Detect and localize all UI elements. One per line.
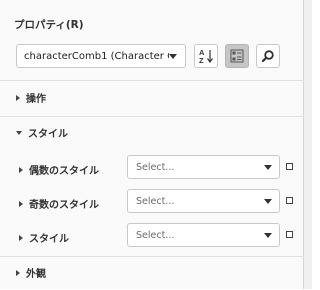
property-reset-checkbox[interactable] [286, 163, 293, 170]
chevron-down-icon [264, 164, 272, 170]
object-selector-value: characterComb1 (Character C... [24, 50, 169, 62]
property-reset-checkbox[interactable] [286, 197, 293, 204]
sort-alphabetical-icon: A Z [199, 48, 213, 65]
panel-title: プロパティ(R) [14, 19, 84, 31]
properties-panel: プロパティ(R) characterComb1 (Character C... … [0, 0, 304, 289]
section-appearance-label: 外観 [26, 269, 46, 280]
style-select[interactable]: Select... [127, 223, 280, 247]
property-row-odd-style: 奇数のスタイル Select... [0, 189, 304, 215]
select-placeholder: Select... [136, 229, 175, 241]
categorized-list-icon [230, 49, 244, 63]
select-placeholder: Select... [136, 161, 175, 173]
section-operation-label: 操作 [26, 94, 46, 105]
svg-text:Z: Z [199, 56, 204, 65]
chevron-down-icon [169, 53, 177, 59]
property-reset-checkbox[interactable] [286, 231, 293, 238]
window-edge [304, 0, 312, 289]
expand-arrow-icon [16, 94, 20, 101]
section-appearance-header[interactable]: 外観 [16, 265, 46, 280]
property-row-style: スタイル Select... [0, 223, 304, 249]
chevron-down-icon [264, 198, 272, 204]
object-selector-dropdown[interactable]: characterComb1 (Character C... [16, 44, 186, 68]
search-button[interactable] [256, 44, 280, 68]
property-label-text: 奇数のスタイル [29, 200, 99, 211]
property-label-text: 偶数のスタイル [29, 166, 99, 177]
property-label[interactable]: スタイル [19, 230, 69, 245]
property-label[interactable]: 偶数のスタイル [19, 162, 99, 177]
select-placeholder: Select... [136, 195, 175, 207]
property-label-text: スタイル [29, 234, 69, 245]
section-operation-header[interactable]: 操作 [16, 90, 46, 105]
categorized-view-button[interactable] [225, 44, 249, 68]
property-label[interactable]: 奇数のスタイル [19, 196, 99, 211]
expand-arrow-icon [16, 269, 20, 276]
sort-alphabetical-button[interactable]: A Z [194, 44, 218, 68]
property-row-even-style: 偶数のスタイル Select... [0, 155, 304, 181]
expand-arrow-icon [19, 200, 23, 207]
expand-arrow-icon [19, 166, 23, 173]
odd-style-select[interactable]: Select... [127, 189, 280, 213]
search-icon [261, 50, 274, 63]
expand-arrow-icon [19, 234, 23, 241]
section-style-label: スタイル [28, 129, 68, 140]
chevron-down-icon [264, 232, 272, 238]
section-appearance: 外観 [0, 256, 304, 290]
collapse-arrow-icon [16, 130, 22, 135]
section-style-header[interactable]: スタイル [16, 125, 68, 140]
section-operation: 操作 [0, 80, 304, 117]
even-style-select[interactable]: Select... [127, 155, 280, 179]
